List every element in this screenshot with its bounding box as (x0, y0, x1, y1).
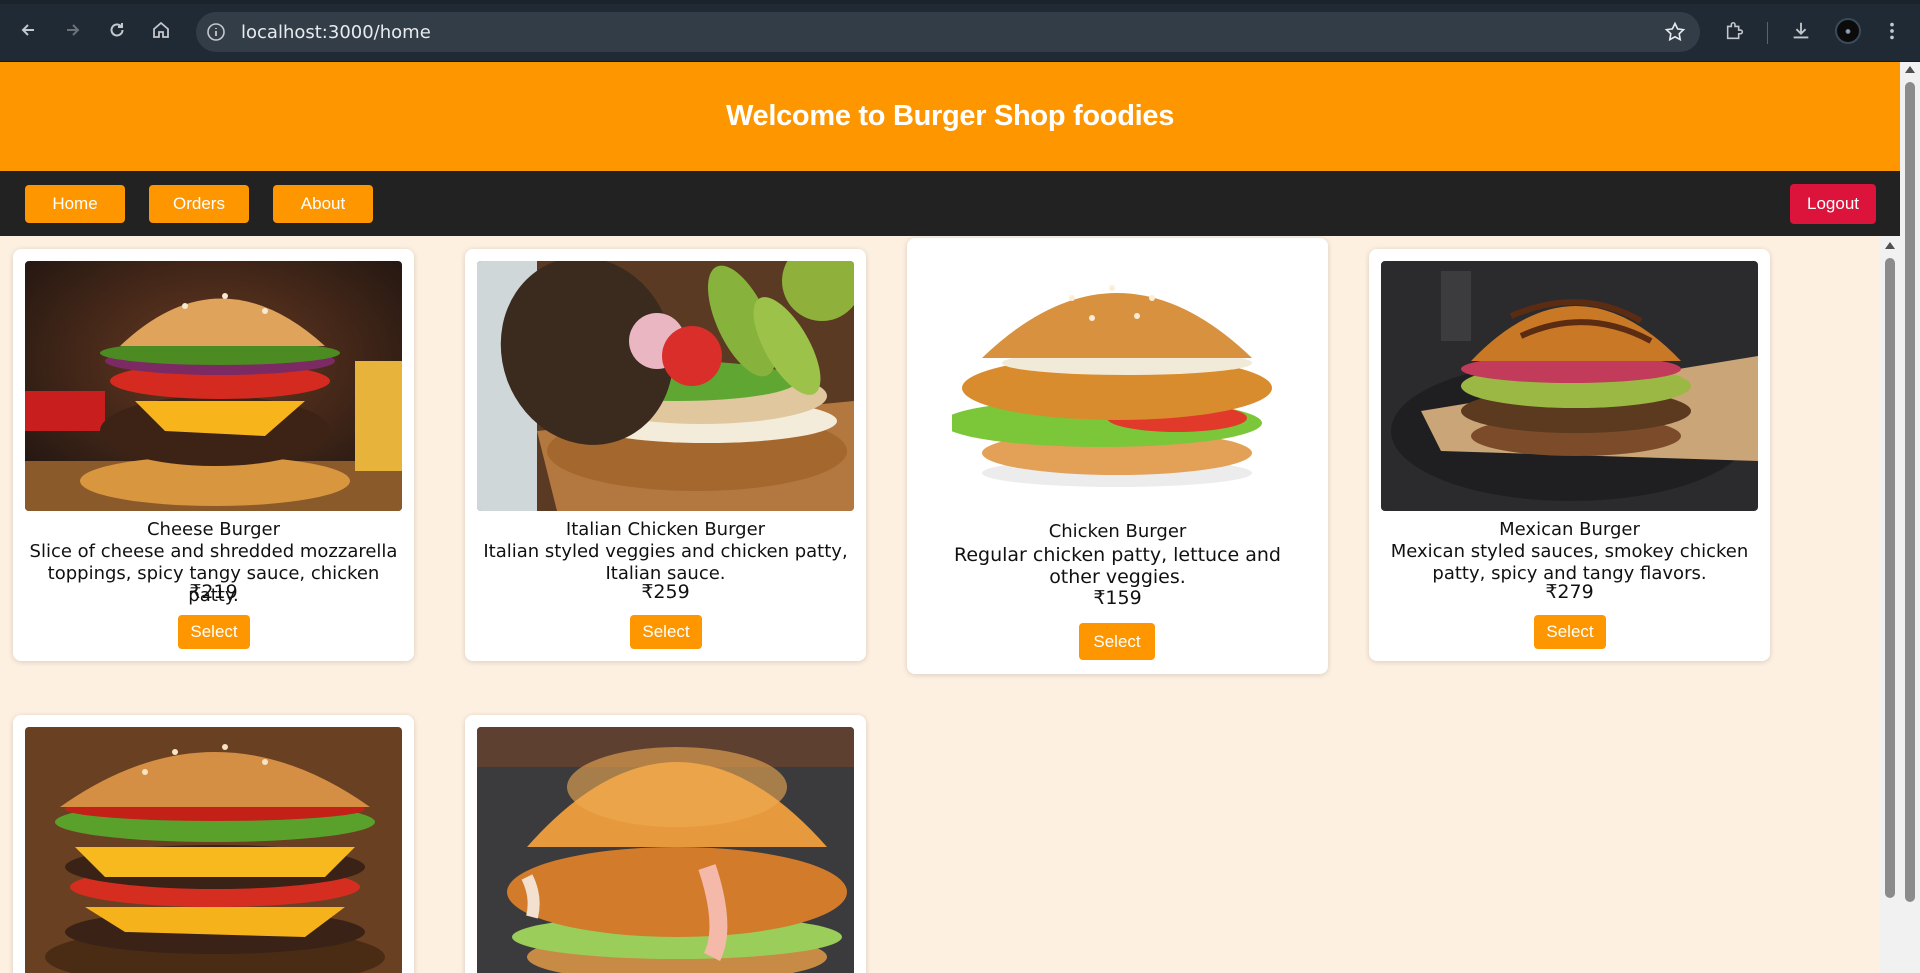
bookmark-star-icon[interactable] (1664, 21, 1686, 43)
product-price: ₹159 (1093, 587, 1142, 609)
tab-strip (0, 0, 1920, 4)
product-card: Italian Chicken Burger Italian styled ve… (465, 249, 866, 661)
forward-button[interactable] (59, 16, 87, 44)
browser-toolbar: localhost:3000/home ◉ (0, 0, 1920, 62)
downloads-button[interactable] (1788, 18, 1814, 44)
reload-button[interactable] (103, 16, 131, 44)
page-title: Welcome to Burger Shop foodies (725, 100, 1175, 132)
content-scrollbar-thumb[interactable] (1885, 258, 1895, 898)
product-image-crispy-chicken-burger (477, 727, 854, 973)
product-price: ₹279 (1545, 581, 1594, 603)
logout-button[interactable]: Logout (1790, 184, 1876, 224)
page-scroll-up-arrow-icon[interactable] (1905, 66, 1915, 73)
extensions-button[interactable] (1722, 18, 1748, 44)
browser-menu-button[interactable] (1879, 18, 1905, 44)
main-nav: Home Orders About Logout (0, 171, 1900, 236)
product-card: Cheese Burger Slice of cheese and shredd… (13, 249, 414, 661)
product-image-mexican-burger (1381, 261, 1758, 511)
product-image-chicken-burger (952, 258, 1282, 508)
download-icon (1793, 22, 1809, 39)
back-arrow-icon (21, 24, 34, 36)
toolbar-divider (1767, 22, 1768, 44)
product-price: ₹259 (641, 581, 690, 603)
product-card: Mexican Burger Mexican styled sauces, sm… (1369, 249, 1770, 661)
url-text[interactable]: localhost:3000/home (241, 22, 431, 43)
nav-orders-button[interactable]: Orders (149, 185, 249, 223)
product-image-italian-chicken-burger (477, 261, 854, 511)
page-scrollbar-thumb[interactable] (1905, 82, 1915, 902)
puzzle-icon (1726, 21, 1744, 40)
product-grid: Cheese Burger Slice of cheese and shredd… (0, 236, 1880, 973)
kebab-menu-icon (1890, 22, 1894, 40)
content-scrollbar[interactable] (1880, 236, 1900, 973)
back-button[interactable] (14, 16, 42, 44)
avatar-icon: ◉ (1845, 28, 1851, 35)
home-browser-button[interactable] (147, 16, 175, 44)
house-icon (153, 21, 169, 38)
select-button-cheese-burger[interactable]: Select (178, 615, 250, 649)
reload-icon (110, 23, 124, 37)
product-description: Italian styled veggies and chicken patty… (483, 541, 848, 584)
product-name: Cheese Burger (146, 519, 281, 540)
profile-avatar[interactable]: ◉ (1835, 18, 1861, 44)
site-header: Welcome to Burger Shop foodies (0, 62, 1900, 171)
scroll-up-arrow-icon[interactable] (1885, 242, 1895, 249)
address-bar[interactable]: localhost:3000/home (196, 12, 1700, 52)
product-image-cheese-burger (25, 261, 402, 511)
select-button-chicken-burger[interactable]: Select (1079, 623, 1155, 660)
product-name: Mexican Burger (1499, 519, 1640, 540)
product-name: Chicken Burger (1048, 521, 1187, 542)
product-description: Regular chicken patty, lettuce and other… (954, 544, 1281, 588)
nav-home-button[interactable]: Home (25, 185, 125, 223)
product-price: ₹219 (189, 581, 238, 603)
site-info-icon[interactable] (206, 22, 226, 42)
select-button-mexican-burger[interactable]: Select (1534, 615, 1606, 649)
page-scrollbar[interactable] (1900, 62, 1920, 973)
product-card (13, 715, 414, 973)
product-description: Mexican styled sauces, smokey chicken pa… (1390, 541, 1749, 584)
select-button-italian-chicken-burger[interactable]: Select (630, 615, 702, 649)
nav-about-button[interactable]: About (273, 185, 373, 223)
product-image-double-cheese-burger (25, 727, 402, 973)
product-card (465, 715, 866, 973)
product-name: Italian Chicken Burger (565, 519, 766, 540)
forward-arrow-icon (67, 24, 80, 36)
product-card: Chicken Burger Regular chicken patty, le… (907, 238, 1328, 674)
